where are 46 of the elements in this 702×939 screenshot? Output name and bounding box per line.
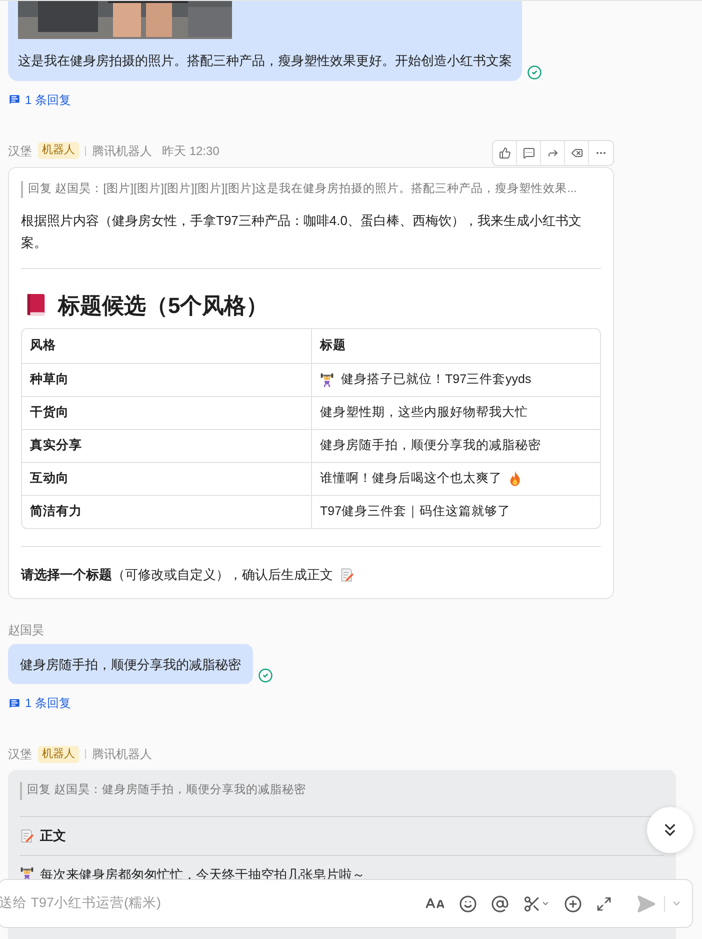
mention-icon[interactable]: [491, 894, 509, 912]
comment-icon: [522, 146, 534, 158]
quote-text: 回复 赵国昊：健身房随手拍，顺便分享我的减脂秘密: [20, 782, 664, 800]
bot-badge: 机器人: [38, 746, 79, 762]
source-label: 腾讯机器人: [92, 746, 152, 764]
section-heading: 正文: [40, 826, 66, 845]
reply-link[interactable]: 1 条回复: [8, 90, 72, 108]
reply-icon: [8, 696, 21, 710]
expand-icon[interactable]: [596, 896, 612, 912]
table-cell: 互动向: [22, 462, 311, 495]
column-header: 风格: [29, 337, 57, 354]
emoji-icon[interactable]: [459, 894, 477, 912]
add-icon[interactable]: [564, 894, 582, 912]
quote-text: 回复 赵国昊：[图片][图片][图片][图片][图片]这是我在健身房拍摄的照片。搭配三种产品，瘦身塑性效果...: [21, 180, 601, 198]
table-cell-text: 健身塑性期，这些内服好物帮我大忙: [320, 404, 528, 422]
reply-icon: [8, 93, 21, 106]
table-cell-text: 健身搭子已就位！T97三件套yyds: [341, 371, 532, 388]
scroll-down-button[interactable]: [647, 807, 693, 853]
table-cell: 种草向: [22, 362, 311, 396]
table-cell-text: 健身房随手拍，顺便分享我的减脂秘密: [320, 437, 541, 454]
sender-name: 汉堡: [8, 746, 32, 764]
section-heading: 标题候选（5个风格）: [58, 292, 268, 320]
intro-text: 根据照片内容（健身房女性，手拿T97三种产品：咖啡4.0、蛋白棒、西梅饮），我来生成小红书文案。: [21, 212, 582, 252]
table-cell: 简洁有力: [22, 494, 311, 528]
memo-icon: [340, 568, 354, 582]
like-icon: [498, 146, 510, 158]
sender-name: 汉堡: [8, 142, 32, 160]
weightlifter-icon: [320, 372, 334, 387]
caret-icon[interactable]: [541, 899, 550, 908]
message-time: 昨天 12:30: [162, 142, 220, 160]
source-label: 腾讯机器人: [92, 142, 152, 160]
reply-link[interactable]: 1 条回复: [8, 694, 72, 712]
table-cell-text: 谁懂啊！健身后喝这个也太爽了: [320, 470, 502, 488]
message-bubble: 健身房随手拍，顺便分享我的减脂秘密: [8, 644, 253, 684]
message-text: 这是我在健身房拍摄的照片。搭配三种产品，瘦身塑性效果更好。开始创造小红书文案: [18, 52, 512, 70]
sender-name: 赵国昊: [8, 622, 44, 640]
bot-badge: 机器人: [38, 142, 79, 159]
table-cell-text: T97健身三件套｜码住这篇就够了: [320, 503, 511, 520]
fire-icon: [509, 471, 521, 486]
book-icon: [26, 294, 46, 317]
scissors-icon[interactable]: [523, 894, 541, 912]
memo-icon: [20, 828, 34, 842]
column-header: 标题: [311, 328, 600, 363]
prompt-text: 请选择一个标题（可修改或自定义），确认后生成正文: [21, 566, 333, 584]
table-cell: 真实分享: [22, 428, 311, 462]
table-cell: 干货向: [22, 396, 311, 429]
